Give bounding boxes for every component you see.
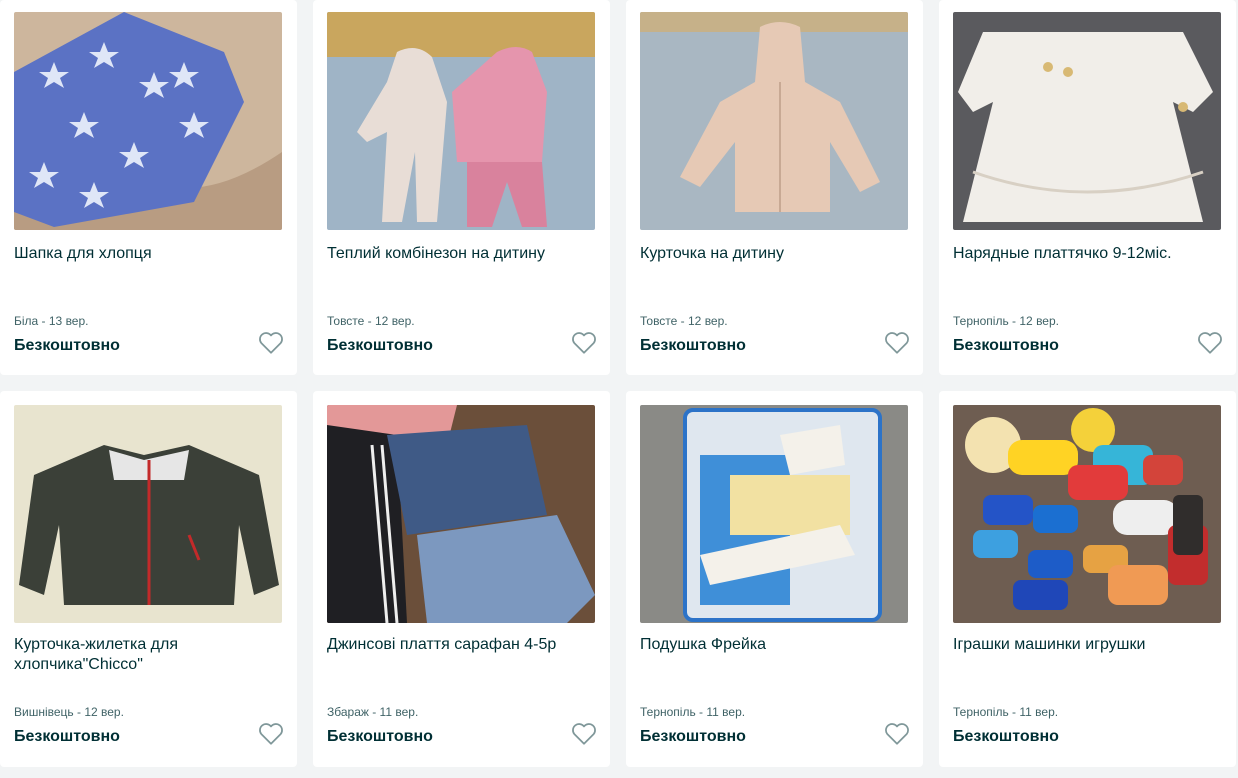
listing-photo[interactable] [327,12,595,230]
listing-photo[interactable] [327,405,595,623]
listing-card[interactable]: Джинсові плаття сарафан 4-5р Збараж - 11… [313,391,610,767]
heart-outline-icon[interactable] [1197,331,1223,355]
listing-card[interactable]: Нарядные платтячко 9-12міс. Тернопіль - … [939,0,1236,375]
listing-price: Безкоштовно [327,337,433,354]
listing-card[interactable]: Подушка Фрейка Тернопіль - 11 вер. Безко… [626,391,923,767]
listing-photo[interactable] [640,405,908,623]
listing-title[interactable]: Джинсові плаття сарафан 4-5р [327,635,589,655]
listing-title[interactable]: Курточка на дитину [640,244,902,264]
listing-title[interactable]: Іграшки машинки игрушки [953,635,1215,655]
listing-location-date: Вишнівець - 12 вер. [14,705,124,719]
listing-location-date: Тернопіль - 11 вер. [640,705,746,719]
heart-outline-icon[interactable] [571,331,597,355]
listing-location-date: Товсте - 12 вер. [640,314,728,328]
listing-location-date: Тернопіль - 12 вер. [953,314,1059,328]
listing-card[interactable]: Іграшки машинки игрушки Тернопіль - 11 в… [939,391,1236,767]
listing-photo[interactable] [640,12,908,230]
listing-title[interactable]: Шапка для хлопця [14,244,276,264]
listing-title[interactable]: Теплий комбінезон на дитину [327,244,589,264]
listing-card[interactable]: Курточка-жилетка для хлопчика"Chicco" Ви… [0,391,297,767]
listing-price: Безкоштовно [14,728,120,745]
listing-photo[interactable] [953,12,1221,230]
listing-location-date: Збараж - 11 вер. [327,705,419,719]
heart-outline-icon[interactable] [571,722,597,746]
listing-location-date: Біла - 13 вер. [14,314,89,328]
listing-photo[interactable] [953,405,1221,623]
listing-location-date: Товсте - 12 вер. [327,314,415,328]
listing-card[interactable]: Курточка на дитину Товсте - 12 вер. Безк… [626,0,923,375]
heart-outline-icon[interactable] [258,722,284,746]
listing-photo[interactable] [14,405,282,623]
listing-grid: Шапка для хлопця Біла - 13 вер. Безкошто… [0,0,1238,778]
listing-price: Безкоштовно [640,337,746,354]
listing-price: Безкоштовно [953,728,1059,745]
heart-outline-icon[interactable] [258,331,284,355]
heart-outline-icon[interactable] [884,331,910,355]
listing-photo[interactable] [14,12,282,230]
listing-location-date: Тернопіль - 11 вер. [953,705,1059,719]
listing-price: Безкоштовно [640,728,746,745]
listing-price: Безкоштовно [953,337,1059,354]
listing-title[interactable]: Курточка-жилетка для хлопчика"Chicco" [14,635,276,675]
heart-outline-icon[interactable] [884,722,910,746]
listing-price: Безкоштовно [14,337,120,354]
listing-price: Безкоштовно [327,728,433,745]
listing-title[interactable]: Нарядные платтячко 9-12міс. [953,244,1215,264]
listing-card[interactable]: Теплий комбінезон на дитину Товсте - 12 … [313,0,610,375]
listing-card[interactable]: Шапка для хлопця Біла - 13 вер. Безкошто… [0,0,297,375]
listing-title[interactable]: Подушка Фрейка [640,635,902,655]
